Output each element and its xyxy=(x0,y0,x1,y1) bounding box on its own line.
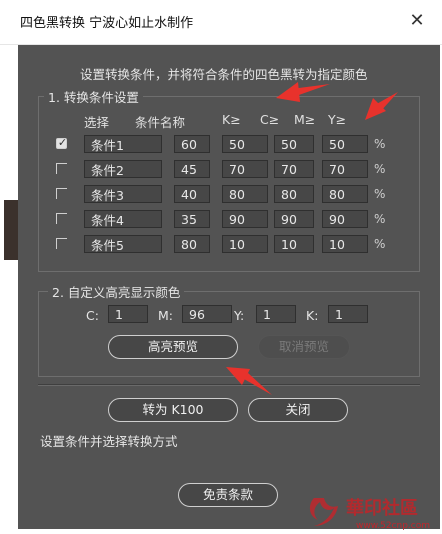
dialog-window: 四色黑转换 宁波心如止水制作 ✕ 设置转换条件，并将符合条件的四色黑转为指定颜色… xyxy=(0,0,442,534)
site-watermark-logo: 華印社區 www.52cnp.com xyxy=(309,497,430,531)
c-label: C: xyxy=(86,308,99,323)
row-1-y-input[interactable] xyxy=(322,135,368,153)
row-1-name-input[interactable] xyxy=(84,135,162,153)
row-5-y-input[interactable] xyxy=(322,235,368,253)
row-1-c-input[interactable] xyxy=(222,135,268,153)
watermark-text: 華印社區 xyxy=(346,497,418,519)
row-3-checkbox[interactable] xyxy=(56,188,67,199)
row-2-y-input[interactable] xyxy=(322,160,368,178)
header-k: K≥ xyxy=(222,112,241,127)
row-3-y-input[interactable] xyxy=(322,185,368,203)
row-5-percent: % xyxy=(374,237,386,251)
row-2-percent: % xyxy=(374,162,386,176)
convert-k100-button[interactable]: 转为 K100 xyxy=(108,398,238,422)
y-value-input[interactable] xyxy=(256,305,296,323)
row-5-k-input[interactable] xyxy=(174,235,210,253)
row-2-k-input[interactable] xyxy=(174,160,210,178)
row-3-k-input[interactable] xyxy=(174,185,210,203)
row-1-k-input[interactable] xyxy=(174,135,210,153)
row-4-name-input[interactable] xyxy=(84,210,162,228)
row-5-c-input[interactable] xyxy=(222,235,268,253)
row-2-name-input[interactable] xyxy=(84,160,162,178)
k-label: K: xyxy=(306,308,319,323)
header-y: Y≥ xyxy=(328,112,347,127)
row-1-percent: % xyxy=(374,137,386,151)
row-3-c-input[interactable] xyxy=(222,185,268,203)
close-button[interactable]: 关闭 xyxy=(248,398,348,422)
y-label: Y: xyxy=(234,308,245,323)
divider xyxy=(38,384,420,386)
cancel-preview-button: 取消预览 xyxy=(258,335,350,359)
highlight-legend: 2. 自定义高亮显示颜色 xyxy=(48,282,185,301)
dialog-panel: 设置转换条件，并将符合条件的四色黑转为指定颜色 1. 转换条件设置 选择 条件名… xyxy=(18,45,440,529)
row-5-m-input[interactable] xyxy=(274,235,314,253)
highlight-group xyxy=(38,291,420,377)
side-tab xyxy=(4,200,18,260)
row-2-checkbox[interactable] xyxy=(56,163,67,174)
row-1-m-input[interactable] xyxy=(274,135,314,153)
header-c: C≥ xyxy=(260,112,280,127)
header-select: 选择 xyxy=(84,115,110,130)
disclaimer-button[interactable]: 免责条款 xyxy=(178,483,278,507)
row-4-k-input[interactable] xyxy=(174,210,210,228)
title-bar: 四色黑转换 宁波心如止水制作 ✕ xyxy=(0,0,442,45)
header-name: 条件名称 xyxy=(135,115,186,130)
m-label: M: xyxy=(158,308,173,323)
row-2-m-input[interactable] xyxy=(274,160,314,178)
watermark-url: www.52cnp.com xyxy=(356,521,430,531)
instruction-text: 设置转换条件，并将符合条件的四色黑转为指定颜色 xyxy=(80,67,368,82)
row-5-name-input[interactable] xyxy=(84,235,162,253)
m-value-input[interactable] xyxy=(182,305,232,323)
row-4-percent: % xyxy=(374,212,386,226)
row-3-percent: % xyxy=(374,187,386,201)
k-value-input[interactable] xyxy=(328,305,368,323)
close-icon[interactable]: ✕ xyxy=(406,10,428,32)
row-2-c-input[interactable] xyxy=(222,160,268,178)
row-4-y-input[interactable] xyxy=(322,210,368,228)
row-3-name-input[interactable] xyxy=(84,185,162,203)
header-m: M≥ xyxy=(294,112,316,127)
row-4-c-input[interactable] xyxy=(222,210,268,228)
window-title: 四色黑转换 宁波心如止水制作 xyxy=(20,16,194,31)
highlight-preview-button[interactable]: 高亮预览 xyxy=(108,335,238,359)
row-4-checkbox[interactable] xyxy=(56,213,67,224)
row-4-m-input[interactable] xyxy=(274,210,314,228)
c-value-input[interactable] xyxy=(108,305,148,323)
conditions-legend: 1. 转换条件设置 xyxy=(44,87,143,106)
row-5-checkbox[interactable] xyxy=(56,238,67,249)
row-1-checkbox[interactable]: ✓ xyxy=(56,136,67,149)
status-text: 设置条件并选择转换方式 xyxy=(40,434,178,449)
row-3-m-input[interactable] xyxy=(274,185,314,203)
